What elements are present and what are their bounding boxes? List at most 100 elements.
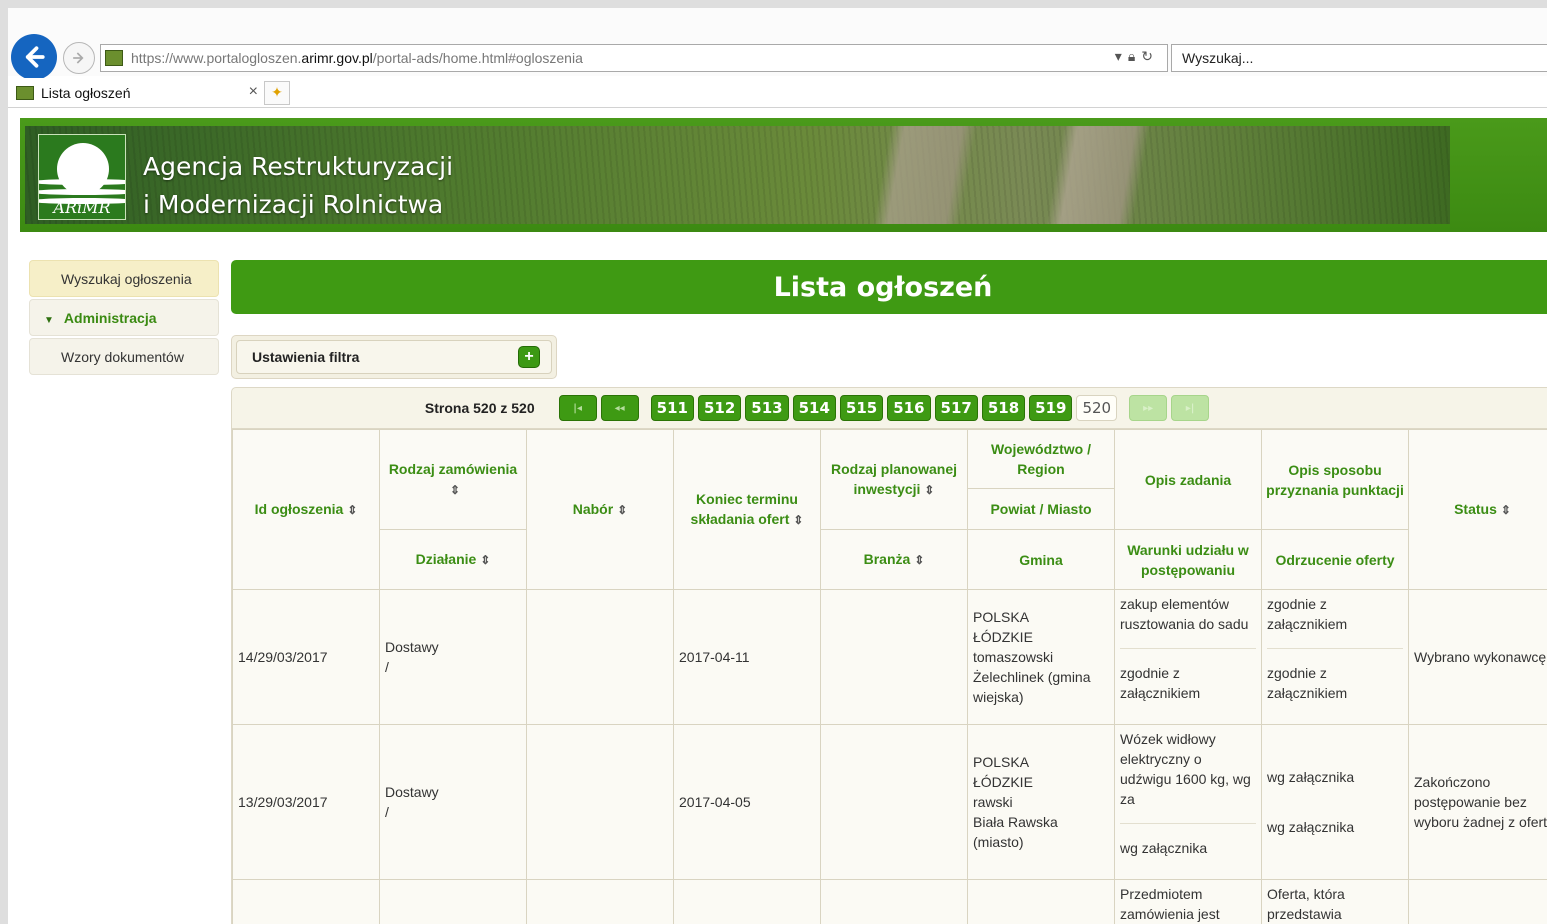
prev-page-button[interactable]: ◂◂ [600,395,639,421]
lock-icon[interactable]: 🔒︎ [1128,48,1141,64]
table-row[interactable]: Przedmiotem zamówienia jest Oferta, któr… [232,879,1547,924]
scoring-description: wg załącznika [1267,769,1355,785]
cell-deadline: 2017-04-05 [673,724,821,880]
sidebar-item-templates[interactable]: Wzory dokumentów [29,338,219,375]
forward-button[interactable] [63,42,95,74]
header-id[interactable]: Id ogłoszenia ⇕ [232,429,380,590]
logo-stripe [39,189,125,195]
header-scoring: Opis sposobu przyznania punktacji [1261,429,1409,530]
last-page-button[interactable]: ▸| [1171,395,1210,421]
next-page-button[interactable]: ▸▸ [1129,395,1168,421]
filter-label: Ustawienia filtra [252,349,360,365]
cell-status [1408,879,1547,924]
header-status[interactable]: Status ⇕ [1408,429,1547,590]
location-voivodeship: ŁÓDZKIE [973,774,1033,790]
conditions: zgodnie z załącznikiem [1120,648,1256,703]
page-button-514[interactable]: 514 [792,395,836,421]
new-tab-button[interactable]: ✦ [264,81,290,105]
sort-icon: ⇕ [449,483,461,497]
back-button[interactable] [11,34,57,80]
agency-name-line2: i Modernizacji Rolnictwa [143,190,444,219]
arimr-logo[interactable]: ARiMR [38,134,126,220]
sort-icon: ⇕ [914,553,925,567]
browser-tab[interactable]: Lista ogłoszeń × [8,78,258,108]
dropdown-arrow-icon[interactable]: ▾ [1115,48,1128,64]
current-page: 520 [1076,395,1118,421]
cell-task: Przedmiotem zamówienia jest [1114,879,1262,924]
header-label: Gmina [1019,551,1063,568]
page-button-519[interactable]: 519 [1029,395,1073,421]
order-type-text: Dostawy [385,784,439,800]
cell-scoring: Oferta, która przedstawia [1261,879,1409,924]
tab-title: Lista ogłoszeń [41,85,131,101]
location-county: rawski [973,794,1013,810]
header-label: Działanie [415,551,477,567]
new-tab-icon: ✦ [271,85,283,101]
page-button-511[interactable]: 511 [650,395,694,421]
task-description: Wózek widłowy elektryczny o udźwigu 1600… [1120,731,1251,807]
page-button-517[interactable]: 517 [934,395,978,421]
location-country: POLSKA [973,754,1030,770]
sidebar-item-search[interactable]: Wyszukaj ogłoszenia [29,260,219,297]
tab-close-icon[interactable]: × [249,83,258,101]
header-recruitment[interactable]: Nabór ⇕ [526,429,674,590]
triangle-down-icon: ▼ [44,315,54,326]
header-location-group: Województwo / Region Powiat / Miasto [967,429,1115,530]
page-button-518[interactable]: 518 [981,395,1026,421]
first-page-button[interactable]: |◂ [558,395,597,421]
header-label: Warunki udziału w postępowaniu [1127,541,1249,578]
address-bar[interactable]: https://www.portalogloszen.arimr.gov.pl/… [100,44,1168,72]
table-row[interactable]: 14/29/03/2017 Dostawy / 2017-04-11 POLSKA… [232,589,1547,725]
agency-name-line1: Agencja Restrukturyzacji [143,152,454,181]
logo-text: ARiMR [53,198,111,217]
sidebar-item-administration[interactable]: ▼ Administracja [29,299,219,336]
logo-stripe [39,179,125,185]
header-label: Nabór [572,501,614,517]
header-investment-type[interactable]: Rodzaj planowanej inwestycji ⇕ [820,429,968,530]
scoring-description: zgodnie z załącznikiem [1267,596,1348,632]
header-county: Powiat / Miasto [990,501,1092,517]
cell-recruitment [526,724,674,880]
browser-search-input[interactable]: Wyszukaj... [1171,44,1547,72]
page-button-512[interactable]: 512 [697,395,742,421]
location-county: tomaszowski [973,649,1054,665]
refresh-icon[interactable]: ↻ [1141,48,1159,64]
filter-toggle[interactable]: Ustawienia filtra + [236,340,552,374]
action-text: / [385,804,389,820]
sidebar-item-label: Administracja [63,310,157,326]
cell-order-type [379,879,527,924]
cell-location [967,879,1115,924]
rejection: zgodnie z załącznikiem [1267,648,1403,703]
arrow-left-icon [25,46,45,68]
task-description: zakup elementów rusztowania do sadu [1120,596,1249,632]
cell-order-type: Dostawy / [379,724,527,880]
location-country: POLSKA [973,609,1030,625]
filter-panel: Ustawienia filtra + [231,335,557,379]
header-label: Rodzaj zamówienia [388,461,518,477]
cell-status: Wybrano wykonawcę [1408,589,1547,725]
page-button-516[interactable]: 516 [887,395,931,421]
page-title: Lista ogłoszeń [231,260,1547,314]
address-controls: ▾🔒︎↻ [1115,48,1159,65]
page-button-515[interactable]: 515 [839,395,884,421]
header-rejection: Odrzucenie oferty [1261,529,1409,590]
header-industry[interactable]: Branża ⇕ [820,529,968,590]
cell-id [232,879,380,924]
table-row[interactable]: 13/29/03/2017 Dostawy / 2017-04-05 POLSKA… [232,724,1547,880]
header-order-type[interactable]: Rodzaj zamówienia ⇕ [379,429,527,530]
order-type-text: Dostawy [385,639,439,655]
results-panel: Strona 520 z 520 |◂ ◂◂ 511 512 513 514 5… [231,387,1547,924]
cell-deadline [673,879,821,924]
url-text: https://www.portalogloszen.arimr.gov.pl/… [131,50,583,66]
header-label: Koniec terminu składania ofert [690,491,798,527]
sort-icon: ⇕ [924,483,935,497]
header-deadline[interactable]: Koniec terminu składania ofert ⇕ [673,429,821,590]
header-action[interactable]: Działanie ⇕ [379,529,527,590]
header-label: Status [1454,501,1497,517]
cell-investment-type [820,879,968,924]
page-button-513[interactable]: 513 [745,395,789,421]
plus-icon[interactable]: + [518,346,540,368]
sidebar: Wyszukaj ogłoszenia ▼ Administracja Wzory… [29,260,219,377]
location-municipality-type: wiejska) [973,689,1024,705]
cell-task: Wózek widłowy elektryczny o udźwigu 1600… [1114,724,1262,880]
